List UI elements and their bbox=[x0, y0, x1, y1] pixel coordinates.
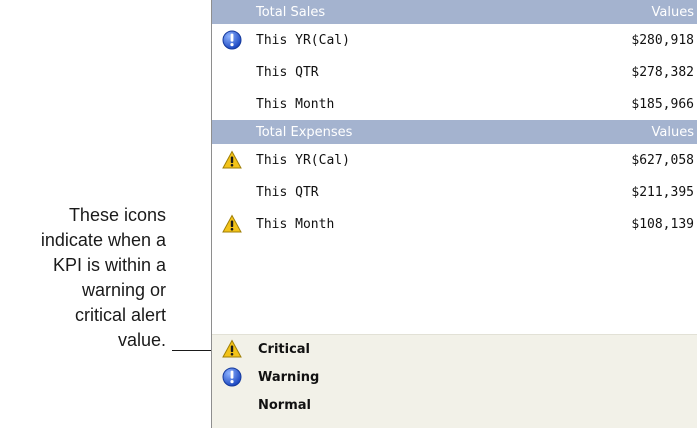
kpi-row-sales-month[interactable]: This Month $185,966 bbox=[212, 88, 697, 120]
sales-section-header: Total Sales Values bbox=[212, 0, 697, 24]
critical-alert-icon bbox=[220, 148, 244, 172]
kpi-row-sales-quarter[interactable]: This QTR $278,382 bbox=[212, 56, 697, 88]
critical-alert-icon bbox=[220, 212, 244, 236]
sales-header-values: Values bbox=[651, 4, 694, 20]
kpi-row-sales-year[interactable]: This YR(Cal) $280,918 bbox=[212, 24, 697, 56]
kpi-label: This QTR bbox=[256, 184, 319, 200]
empty-icon-slot bbox=[220, 60, 244, 84]
kpi-value: $211,395 bbox=[631, 184, 694, 200]
callout-line-4: warning or bbox=[81, 280, 166, 300]
kpi-panel: Total Sales Values This YR(Cal) $280,918… bbox=[211, 0, 697, 428]
kpi-label: This YR(Cal) bbox=[256, 32, 350, 48]
warning-info-icon bbox=[220, 365, 244, 389]
kpi-label: This Month bbox=[256, 216, 335, 232]
legend-label: Warning bbox=[258, 369, 320, 385]
empty-icon-slot bbox=[220, 180, 244, 204]
empty-icon-slot bbox=[220, 393, 244, 417]
callout-line-6: value. bbox=[117, 330, 166, 350]
expenses-header-values: Values bbox=[651, 124, 694, 140]
kpi-value: $185,966 bbox=[631, 96, 694, 112]
callout-leader-line bbox=[172, 350, 213, 351]
legend-label: Normal bbox=[258, 397, 311, 413]
kpi-value: $108,139 bbox=[631, 216, 694, 232]
warning-info-icon bbox=[220, 28, 244, 52]
legend-item-critical: Critical bbox=[212, 335, 697, 363]
kpi-value: $280,918 bbox=[631, 32, 694, 48]
kpi-row-expenses-year[interactable]: This YR(Cal) $627,058 bbox=[212, 144, 697, 176]
kpi-label: This YR(Cal) bbox=[256, 152, 350, 168]
legend-item-normal: Normal bbox=[212, 391, 697, 419]
critical-alert-icon bbox=[220, 337, 244, 361]
expenses-section-header: Total Expenses Values bbox=[212, 120, 697, 144]
empty-icon-slot bbox=[220, 92, 244, 116]
callout-line-2: indicate when a bbox=[40, 230, 166, 250]
callout-line-1: These icons bbox=[68, 205, 166, 225]
kpi-label: This QTR bbox=[256, 64, 319, 80]
legend-label: Critical bbox=[258, 341, 311, 357]
callout-line-5: critical alert bbox=[74, 305, 166, 325]
callout-text: These icons indicate when a KPI is withi… bbox=[0, 203, 166, 353]
kpi-row-expenses-month[interactable]: This Month $108,139 bbox=[212, 208, 697, 240]
callout-line-3: KPI is within a bbox=[52, 255, 166, 275]
kpi-legend: Critical Warning Normal bbox=[212, 334, 697, 428]
kpi-row-expenses-quarter[interactable]: This QTR $211,395 bbox=[212, 176, 697, 208]
kpi-label: This Month bbox=[256, 96, 335, 112]
kpi-value: $627,058 bbox=[631, 152, 694, 168]
kpi-value: $278,382 bbox=[631, 64, 694, 80]
legend-item-warning: Warning bbox=[212, 363, 697, 391]
sales-header-label: Total Sales bbox=[256, 4, 326, 20]
expenses-header-label: Total Expenses bbox=[256, 124, 353, 140]
